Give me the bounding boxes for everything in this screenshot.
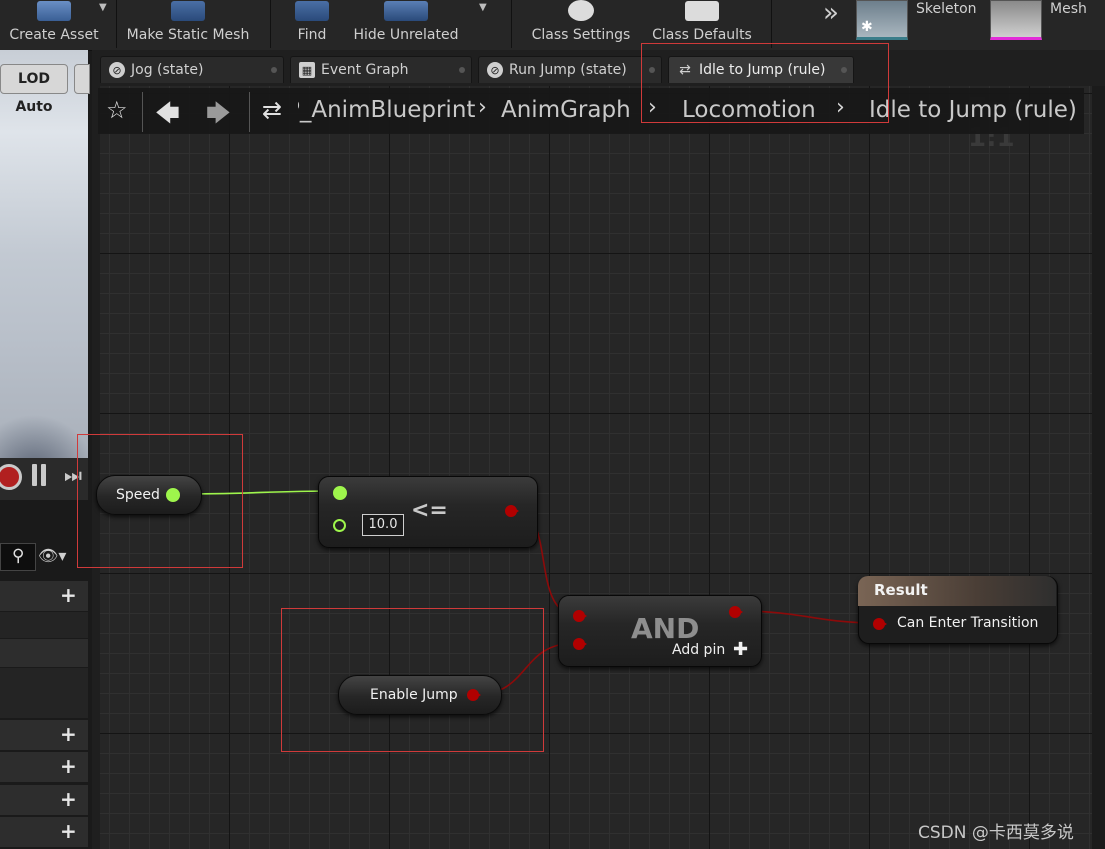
highlight-box-speed [77, 434, 243, 568]
result-node-title: Result [874, 581, 928, 599]
compare-operator-label: <= [411, 498, 448, 523]
plus-icon[interactable]: ✚ [733, 639, 748, 660]
highlight-box-rule-tab [641, 43, 889, 123]
can-enter-transition-pin[interactable] [873, 618, 887, 630]
compare-input-a-pin[interactable] [333, 486, 347, 500]
and-node-title: AND [631, 612, 700, 645]
and-output-pin[interactable] [729, 606, 743, 618]
watermark: CSDN @卡西莫多说 [918, 823, 1074, 843]
add-pin-label[interactable]: Add pin [672, 642, 725, 658]
and-input-a-pin[interactable] [573, 610, 587, 622]
can-enter-transition-label: Can Enter Transition [897, 615, 1039, 631]
highlight-box-enable-jump [281, 608, 544, 752]
graph-wires [177, 490, 877, 695]
compare-value-field[interactable]: 10.0 [362, 514, 404, 536]
and-input-b-pin[interactable] [573, 638, 587, 650]
compare-output-pin[interactable] [505, 505, 519, 517]
compare-input-b-pin[interactable] [333, 519, 346, 532]
